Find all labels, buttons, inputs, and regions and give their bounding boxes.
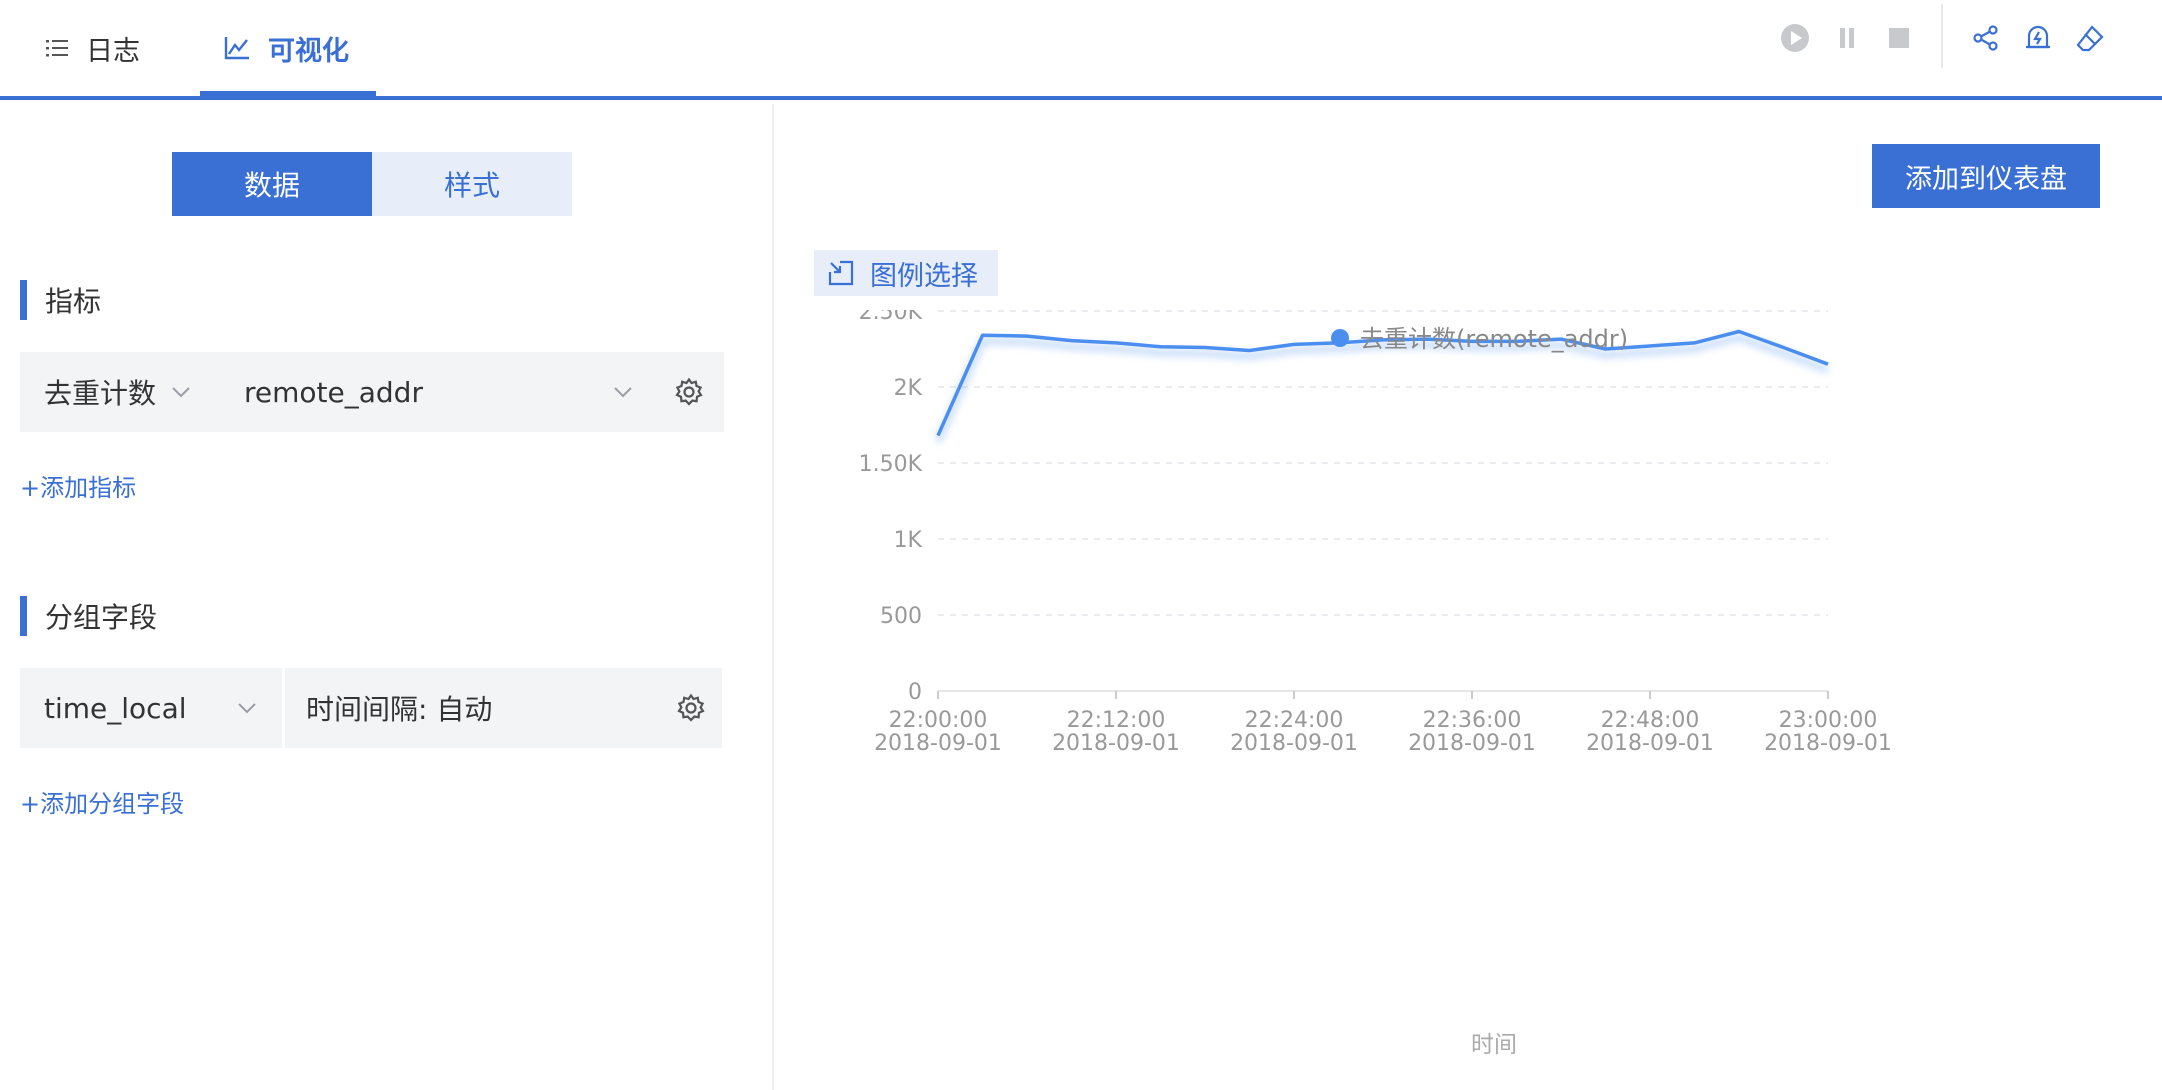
interval-select[interactable]: 时间间隔: 自动 [306,668,492,748]
chevron-down-icon[interactable] [172,352,190,432]
x-tick-date-label: 2018-09-01 [1586,731,1714,756]
section-marker [20,596,27,636]
eraser-icon[interactable] [2072,20,2108,56]
group-row: time_local 时间间隔: 自动 [20,668,722,748]
metrics-title: 指标 [45,285,102,318]
chart-legend[interactable]: 去重计数(remote_addr) [1331,325,1628,353]
tab-visualize-label: 可视化 [268,35,349,67]
legend-label: 去重计数(remote_addr) [1360,325,1628,353]
y-tick-label: 500 [880,604,922,629]
list-icon [46,39,68,57]
tab-log-label: 日志 [86,35,140,67]
segment-style[interactable]: 样式 [372,152,572,216]
share-icon[interactable] [1968,20,2004,56]
y-tick-label: 1K [894,528,923,553]
add-metric-link[interactable]: +添加指标 [20,468,136,503]
x-tick-label: 22:12:00 [1067,708,1166,733]
group-title: 分组字段 [45,601,158,634]
toolbar-divider [1941,4,1943,68]
metric-field-select[interactable]: remote_addr [244,352,423,432]
gear-icon[interactable] [676,668,706,748]
legend-select-label: 图例选择 [870,260,978,292]
x-axis: 22:00:002018-09-0122:12:002018-09-0122:2… [874,690,1892,756]
legend-marker [1331,329,1349,347]
line-chart: 05001K1.50K2K2.50K 22:00:002018-09-0122:… [859,310,1892,1058]
y-tick-label: 2K [894,376,923,401]
series-line-shadow [935,334,1830,443]
x-tick-label: 22:36:00 [1423,708,1522,733]
field-divider [282,668,285,748]
x-tick-date-label: 2018-09-01 [1764,731,1892,756]
stop-icon[interactable] [1881,20,1917,56]
y-tick-label: 1.50K [859,452,923,477]
alert-bell-icon[interactable] [2020,20,2056,56]
add-to-dashboard-button[interactable]: 添加到仪表盘 [1872,144,2100,208]
chevron-down-icon[interactable] [238,668,256,748]
active-tab-indicator [200,91,376,96]
add-group-field-link[interactable]: +添加分组字段 [20,784,184,819]
aggregation-select[interactable]: 去重计数 [44,352,156,432]
tab-log[interactable]: 日志 [46,0,140,96]
y-axis: 0 500 1K 1.50K 2K 2.50K [859,310,923,705]
chart-grid [938,310,1828,616]
pause-icon[interactable] [1829,20,1865,56]
x-axis-title: 时间 [1471,1032,1517,1058]
group-field-select[interactable]: time_local [44,668,187,748]
x-tick-date-label: 2018-09-01 [874,731,1002,756]
x-tick-label: 23:00:00 [1779,708,1878,733]
legend-select-icon [828,260,854,286]
legend-select-button[interactable]: 图例选择 [814,250,998,296]
gear-icon[interactable] [674,352,704,432]
x-tick-label: 22:24:00 [1245,708,1344,733]
line-chart-icon [224,36,250,60]
chevron-down-icon[interactable] [614,352,632,432]
section-marker [20,280,27,320]
x-tick-label: 22:00:00 [889,708,988,733]
x-tick-date-label: 2018-09-01 [1408,731,1536,756]
x-tick-label: 22:48:00 [1601,708,1700,733]
metrics-section-title: 指标 [20,280,101,320]
x-tick-date-label: 2018-09-01 [1052,731,1180,756]
tab-visualize[interactable]: 可视化 [224,0,349,96]
y-tick-label: 0 [908,680,922,705]
play-icon[interactable] [1777,20,1813,56]
y-tick-label: 2.50K [859,310,923,325]
metric-row: 去重计数 remote_addr [20,352,724,432]
group-section-title: 分组字段 [20,596,157,636]
top-bar: 日志 可视化 [0,0,2162,100]
x-tick-date-label: 2018-09-01 [1230,731,1358,756]
segment-data[interactable]: 数据 [172,152,372,216]
